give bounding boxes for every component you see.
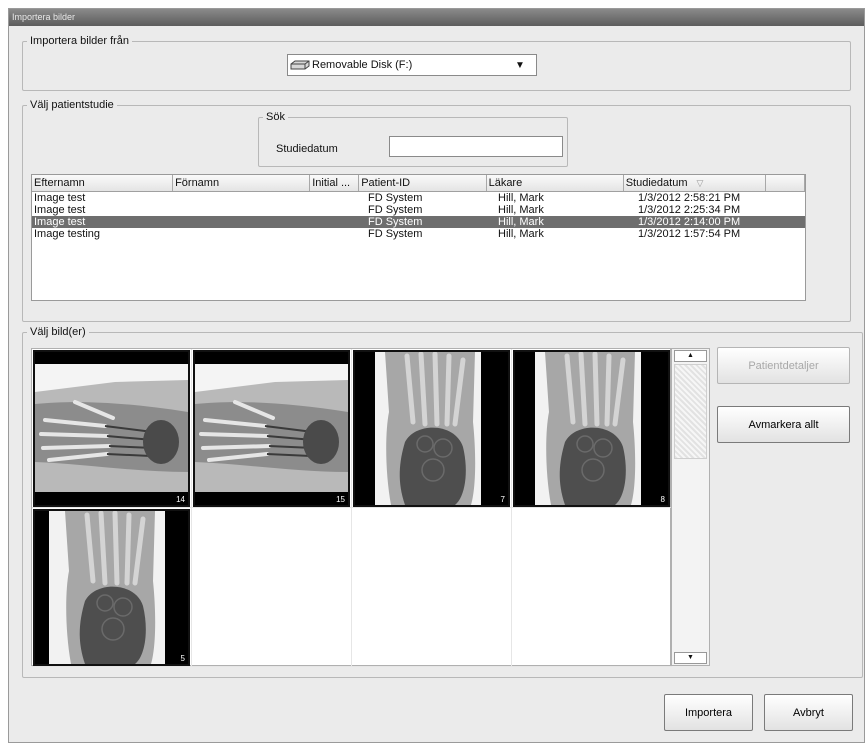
scrollbar-thumb[interactable]: [674, 364, 707, 459]
study-list[interactable]: Efternamn Förnamn Initial ... Patient-ID…: [31, 174, 806, 301]
cell-patient-id: FD System: [368, 192, 423, 204]
foot-xray-thumbnail[interactable]: 5: [33, 509, 190, 666]
thumbnail-number: 5: [179, 654, 186, 663]
thumbnail-slot: 15: [192, 349, 352, 508]
source-group-legend: Importera bilder från: [30, 35, 130, 47]
import-button[interactable]: Importera: [664, 694, 753, 731]
scroll-down-arrow-icon[interactable]: ▼: [674, 652, 707, 664]
cell-studiedatum: 1/3/2012 2:58:21 PM: [638, 192, 741, 204]
thumbnail-slot: [352, 508, 512, 667]
thumbnail-number: 8: [659, 495, 666, 504]
window-title: Importera bilder: [9, 9, 864, 26]
search-group-legend: Sök: [266, 111, 285, 123]
thumbnail-slot: 7: [352, 349, 512, 508]
hand-xray-thumbnail[interactable]: 14: [33, 350, 190, 507]
cell-studiedatum: 1/3/2012 2:14:00 PM: [638, 216, 741, 228]
cell-fornamn: [176, 204, 316, 216]
study-date-label: Studiedatum: [276, 143, 338, 155]
thumbnail-slot: [192, 508, 352, 667]
thumbnail-slot: [512, 508, 672, 667]
cell-fornamn: [176, 228, 316, 240]
cell-patient-id: FD System: [368, 204, 423, 216]
thumbnail-slot: 14: [32, 349, 192, 508]
thumbnail-slot: 8: [512, 349, 672, 508]
cell-studiedatum: 1/3/2012 1:57:54 PM: [638, 228, 741, 240]
thumbnail-scrollbar[interactable]: ▲ ▼: [671, 348, 710, 666]
cell-initial: [316, 216, 366, 228]
cell-efternamn: Image testing: [34, 228, 101, 240]
cell-efternamn: Image test: [34, 204, 86, 216]
table-row[interactable]: Image testing FD System Hill, Mark 1/3/2012…: [32, 228, 805, 240]
column-header-empty: [766, 175, 805, 191]
table-row[interactable]: Image test FD System Hill, Mark 1/3/2012 2:…: [32, 204, 805, 216]
patient-study-legend: Välj patientstudie: [30, 99, 114, 111]
study-rows: Image test FD System Hill, Mark 1/3/2012 2:…: [32, 192, 805, 240]
cell-fornamn: [176, 216, 316, 228]
cell-efternamn: Image test: [34, 216, 86, 228]
source-drive-value: Removable Disk (F:): [312, 59, 413, 71]
cell-efternamn: Image test: [34, 192, 86, 204]
cell-initial: [316, 192, 366, 204]
thumbnail-number: 7: [499, 495, 506, 504]
thumbnail-grid: 14 15 7 8 5: [31, 348, 672, 667]
table-row[interactable]: Image test FD System Hill, Mark 1/3/2012 2:…: [32, 216, 805, 228]
column-header-efternamn[interactable]: Efternamn: [32, 175, 174, 191]
cancel-button[interactable]: Avbryt: [764, 694, 853, 731]
cell-initial: [316, 228, 366, 240]
cell-lakare: Hill, Mark: [498, 192, 544, 204]
cell-lakare: Hill, Mark: [498, 216, 544, 228]
patient-details-button[interactable]: Patientdetaljer: [717, 347, 850, 384]
column-header-initial[interactable]: Initial ...: [310, 175, 360, 191]
column-header-fornamn[interactable]: Förnamn: [173, 175, 311, 191]
study-list-header: Efternamn Förnamn Initial ... Patient-ID…: [32, 175, 805, 192]
cell-lakare: Hill, Mark: [498, 228, 544, 240]
cell-initial: [316, 204, 366, 216]
deselect-all-button[interactable]: Avmarkera allt: [717, 406, 850, 443]
hand-xray-thumbnail[interactable]: 15: [193, 350, 350, 507]
cell-patient-id: FD System: [368, 216, 423, 228]
chevron-down-icon[interactable]: ▼: [504, 55, 536, 75]
table-row[interactable]: Image test FD System Hill, Mark 1/3/2012 2:…: [32, 192, 805, 204]
thumbnail-number: 15: [335, 495, 346, 504]
cell-studiedatum: 1/3/2012 2:25:34 PM: [638, 204, 741, 216]
thumbnail-slot: 5: [32, 508, 192, 667]
foot-xray-thumbnail[interactable]: 7: [353, 350, 510, 507]
source-drive-select[interactable]: Removable Disk (F:) ▼: [287, 54, 537, 76]
thumbnail-number: 14: [175, 495, 186, 504]
study-date-input[interactable]: [389, 136, 563, 157]
column-header-lakare[interactable]: Läkare: [487, 175, 624, 191]
scroll-up-arrow-icon[interactable]: ▲: [674, 350, 707, 362]
select-images-legend: Välj bild(er): [30, 326, 86, 338]
cell-patient-id: FD System: [368, 228, 423, 240]
sort-descending-icon: ▽: [696, 178, 704, 188]
disk-drive-icon: [288, 54, 312, 76]
column-header-studiedatum[interactable]: Studiedatum ▽: [624, 175, 766, 191]
cell-lakare: Hill, Mark: [498, 204, 544, 216]
column-header-patient-id[interactable]: Patient-ID: [359, 175, 487, 191]
foot-xray-thumbnail[interactable]: 8: [513, 350, 670, 507]
cell-fornamn: [176, 192, 316, 204]
studiedatum-header-label: Studiedatum: [625, 177, 688, 189]
